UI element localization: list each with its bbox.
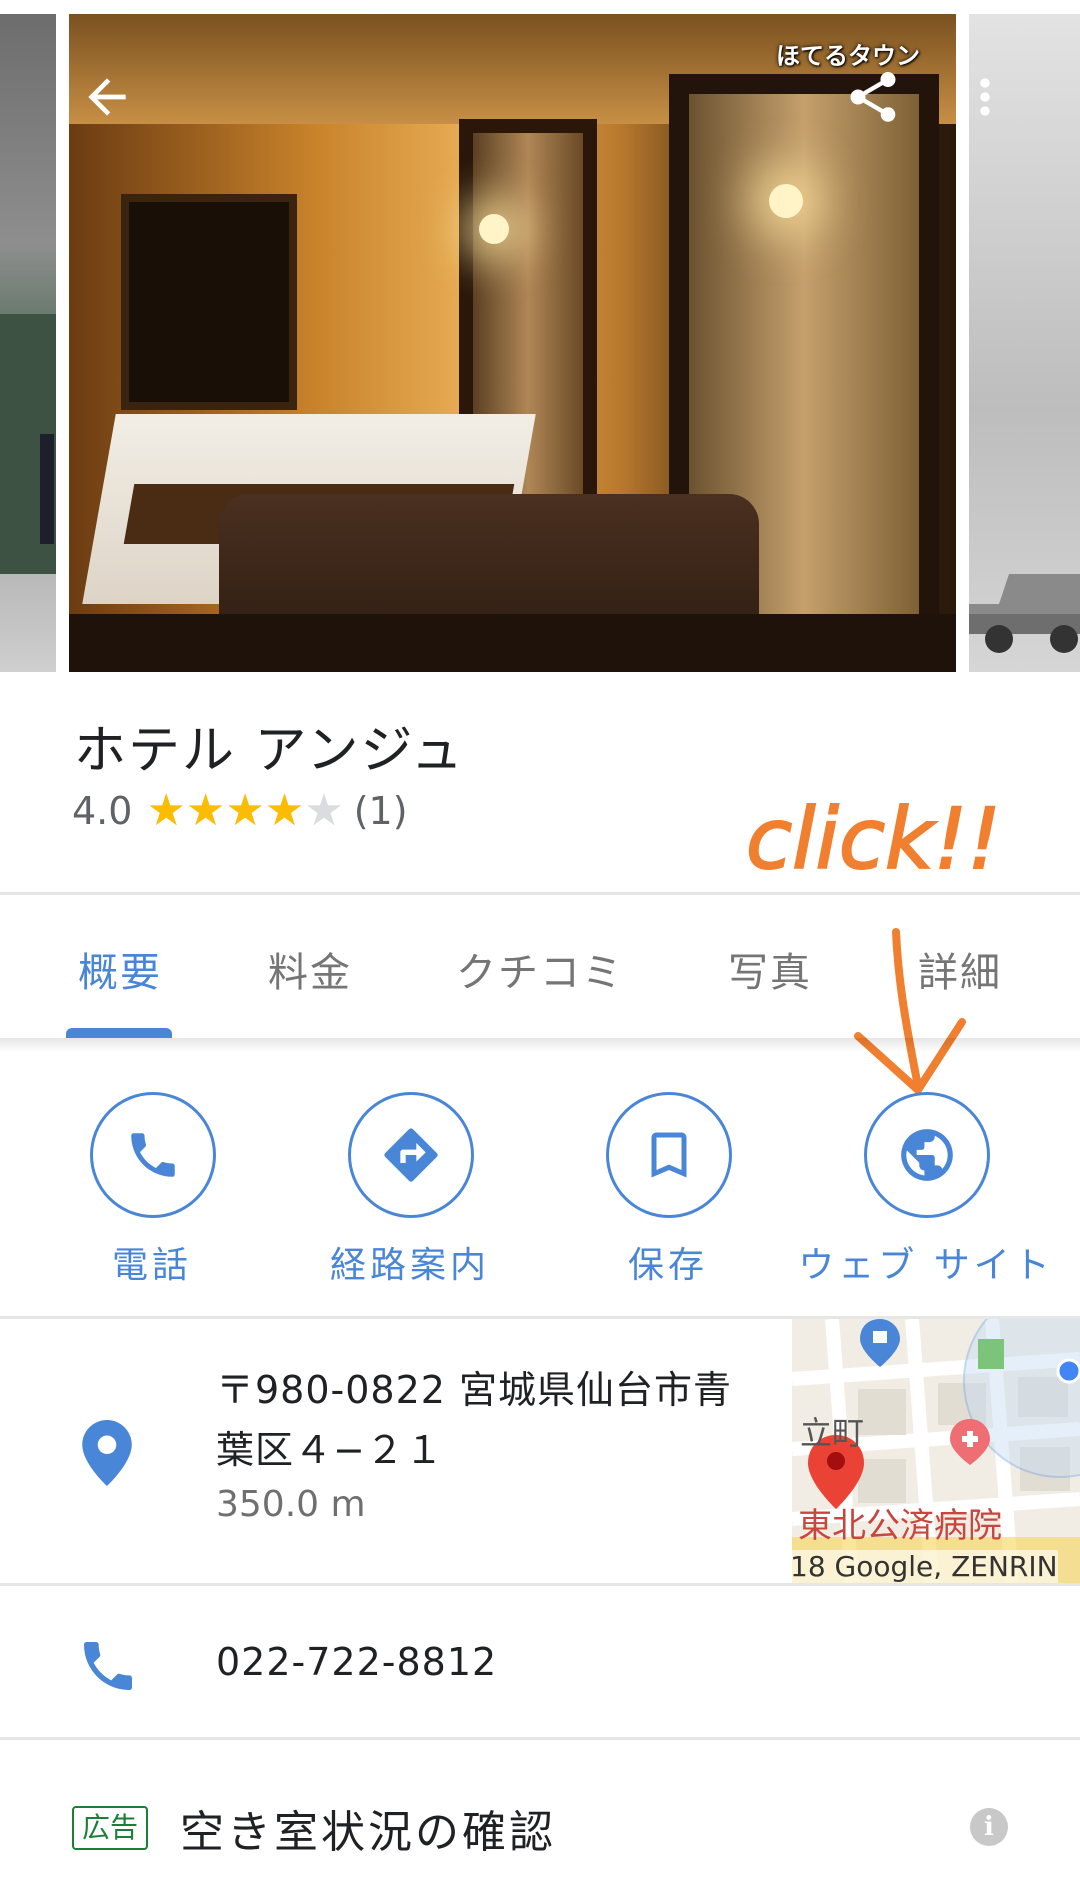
- phone-icon: [131, 1133, 175, 1177]
- back-button[interactable]: [72, 62, 142, 132]
- website-action-button[interactable]: ウェブ サイト: [796, 1088, 1056, 1288]
- more-vert-icon: [980, 78, 990, 116]
- rating-value: 4.0: [72, 789, 133, 833]
- location-pin-icon: [82, 1420, 132, 1486]
- star-filled-icon: ★: [146, 785, 186, 836]
- divider: [0, 1737, 1080, 1740]
- more-options-button[interactable]: [950, 62, 1020, 132]
- phone-icon: [84, 1642, 132, 1690]
- tab-prices[interactable]: 料金: [268, 940, 352, 998]
- bookmark-icon: [651, 1132, 687, 1178]
- address-text: 〒980-0822 宮城県仙台市青 葉区４−２１: [216, 1360, 776, 1480]
- directions-icon: [384, 1128, 438, 1182]
- save-action-label: 保存: [627, 1245, 708, 1286]
- save-action-button[interactable]: 保存: [538, 1088, 798, 1288]
- website-action-label: ウェブ サイト: [798, 1245, 1054, 1286]
- divider: [0, 1583, 1080, 1586]
- call-action-circle[interactable]: [90, 1092, 216, 1218]
- website-action-circle[interactable]: [864, 1092, 990, 1218]
- tab-reviews[interactable]: クチコミ: [456, 940, 624, 998]
- photo-thumbnail-previous[interactable]: [0, 14, 56, 672]
- tab-bar-shadow: [0, 1038, 1080, 1052]
- divider: [0, 892, 1080, 895]
- call-action-label: 電話: [111, 1245, 192, 1286]
- share-icon: [850, 72, 896, 122]
- star-filled-icon: ★: [225, 785, 265, 836]
- info-icon[interactable]: i: [970, 1808, 1008, 1846]
- address-line-1: 〒980-0822 宮城県仙台市青: [216, 1368, 733, 1412]
- star-filled-icon: ★: [185, 785, 226, 836]
- address-line-2: 葉区４−２１: [216, 1428, 444, 1472]
- click-annotation-text: click!!: [746, 790, 1001, 888]
- place-title: ホテル アンジュ: [74, 721, 465, 781]
- star-empty-icon: ★: [304, 785, 344, 836]
- review-count: (1): [353, 789, 408, 833]
- directions-action-button[interactable]: 経路案内: [280, 1088, 540, 1288]
- photo-carousel[interactable]: ほてるタウン: [0, 0, 1080, 672]
- rating-row[interactable]: 4.0 ★ ★ ★ ★ ★ (1): [72, 786, 408, 836]
- phone-number[interactable]: 022-722-8812: [216, 1640, 497, 1684]
- tab-photos[interactable]: 写真: [728, 940, 812, 998]
- tab-details[interactable]: 詳細: [918, 940, 1002, 998]
- availability-check-link[interactable]: 空き室状況の確認: [180, 1796, 556, 1860]
- ad-badge: 広告: [72, 1806, 149, 1850]
- map-label-hospital: 東北公済病院: [798, 1506, 1002, 1546]
- share-button[interactable]: [838, 62, 908, 132]
- directions-action-label: 経路案内: [329, 1245, 490, 1286]
- rating-stars: ★ ★ ★ ★ ★: [146, 789, 343, 833]
- globe-icon: [901, 1129, 953, 1181]
- arrow-back-icon: [88, 78, 126, 116]
- active-tab-indicator: [66, 1028, 172, 1038]
- tab-overview[interactable]: 概要: [78, 940, 162, 998]
- directions-action-circle[interactable]: [348, 1092, 474, 1218]
- tab-bar: 概要 料金 クチコミ 写真 詳細: [0, 896, 1080, 1036]
- distance-text: 350.0 m: [216, 1484, 366, 1525]
- hotel-room-photo[interactable]: ほてるタウン: [69, 14, 956, 672]
- call-action-button[interactable]: 電話: [22, 1088, 282, 1288]
- star-filled-icon: ★: [264, 785, 305, 836]
- save-action-circle[interactable]: [606, 1092, 732, 1218]
- map-label-town: 立町: [800, 1414, 865, 1452]
- map-credit: 18 Google, ZENRIN: [790, 1550, 1058, 1583]
